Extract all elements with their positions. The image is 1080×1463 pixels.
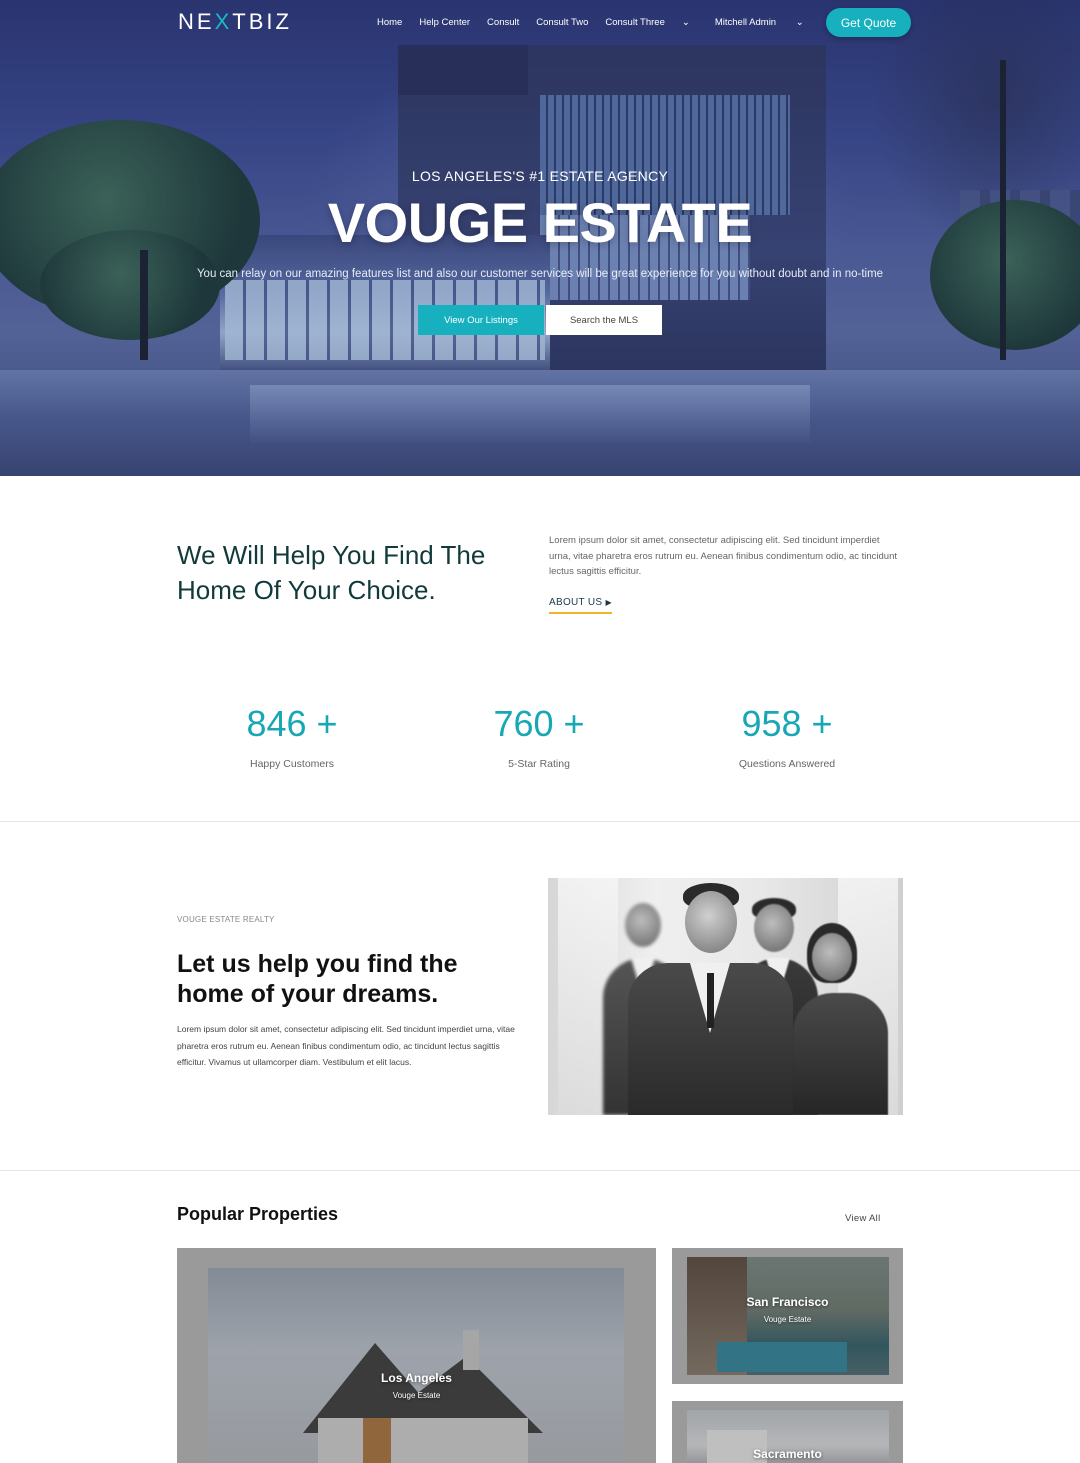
property-city: San Francisco: [746, 1295, 829, 1309]
nav-link-home[interactable]: Home: [377, 17, 402, 28]
about-text: Lorem ipsum dolor sit amet, consectetur …: [549, 535, 898, 577]
hero-banner: NEXTBIZ Home Help Center Consult Consult…: [0, 0, 1080, 476]
view-all-link[interactable]: View All: [845, 1213, 881, 1224]
property-city: Los Angeles: [381, 1371, 452, 1385]
team-photo: [548, 878, 903, 1115]
realty-heading: Let us help you find the home of your dr…: [177, 950, 458, 1008]
property-agency: Vouge Estate: [392, 1391, 441, 1400]
realty-text: Lorem ipsum dolor sit amet, consectetur …: [177, 1024, 515, 1067]
property-card-sacramento[interactable]: Sacramento: [672, 1401, 903, 1463]
stat-questions-answered: 958 + Questions Answered: [672, 703, 902, 770]
stat-value: 958 +: [741, 703, 833, 744]
search-mls-button[interactable]: Search the MLS: [546, 305, 662, 335]
site-logo[interactable]: NEXTBIZ: [178, 9, 292, 35]
realty-kicker: VOUGE ESTATE REALTY: [177, 915, 275, 924]
photo-person: [793, 923, 888, 1115]
about-us-label: ABOUT US: [549, 597, 603, 608]
property-card-los-angeles[interactable]: Los Angeles Vouge Estate: [177, 1248, 656, 1463]
stat-value: 846 +: [246, 703, 338, 744]
nav-link-consult-three[interactable]: Consult Three: [605, 17, 665, 28]
logo-text-right: TBIZ: [232, 9, 292, 34]
about-us-link[interactable]: ABOUT US ▶: [549, 597, 612, 614]
user-menu[interactable]: Mitchell Admin ⌄: [715, 17, 821, 28]
property-agency: Vouge Estate: [763, 1315, 812, 1324]
caret-right-icon: ▶: [605, 598, 612, 607]
logo-text-left: NE: [178, 9, 215, 34]
stat-label: Questions Answered: [738, 758, 836, 770]
section-divider: [0, 1170, 1080, 1171]
section-divider: [0, 821, 1080, 822]
photo-person: [628, 883, 793, 1115]
user-name: Mitchell Admin: [714, 17, 777, 28]
image-overlay: [208, 1268, 624, 1463]
nav-more-dropdown[interactable]: ⌄: [682, 17, 707, 28]
chevron-down-icon: ⌄: [681, 17, 690, 28]
get-quote-button[interactable]: Get Quote: [826, 8, 911, 37]
view-listings-button[interactable]: View Our Listings: [418, 305, 544, 335]
nav-link-consult-two[interactable]: Consult Two: [536, 17, 588, 28]
popular-properties-title: Popular Properties: [177, 1204, 339, 1224]
property-image: [208, 1268, 624, 1463]
main-nav: Home Help Center Consult Consult Two Con…: [377, 17, 838, 28]
stat-label: 5-Star Rating: [508, 758, 570, 770]
stat-value: 760 +: [493, 703, 585, 744]
nav-link-consult[interactable]: Consult: [487, 17, 519, 28]
about-heading: We Will Help You Find The Home Of Your C…: [177, 540, 486, 605]
stat-five-star-rating: 760 + 5-Star Rating: [424, 703, 654, 770]
property-card-san-francisco[interactable]: San Francisco Vouge Estate: [672, 1248, 903, 1384]
logo-text-x: X: [214, 9, 233, 34]
hero-kicker: LOS ANGELES'S #1 ESTATE AGENCY: [411, 168, 669, 184]
hero-subtitle: You can relay on our amazing features li…: [196, 268, 884, 280]
stat-label: Happy Customers: [249, 758, 335, 770]
property-city: Sacramento: [753, 1447, 822, 1461]
chevron-down-icon: ⌄: [795, 17, 804, 28]
nav-link-help-center[interactable]: Help Center: [419, 17, 470, 28]
stat-happy-customers: 846 + Happy Customers: [177, 703, 407, 770]
hero-title: VOUGE ESTATE: [327, 191, 753, 254]
